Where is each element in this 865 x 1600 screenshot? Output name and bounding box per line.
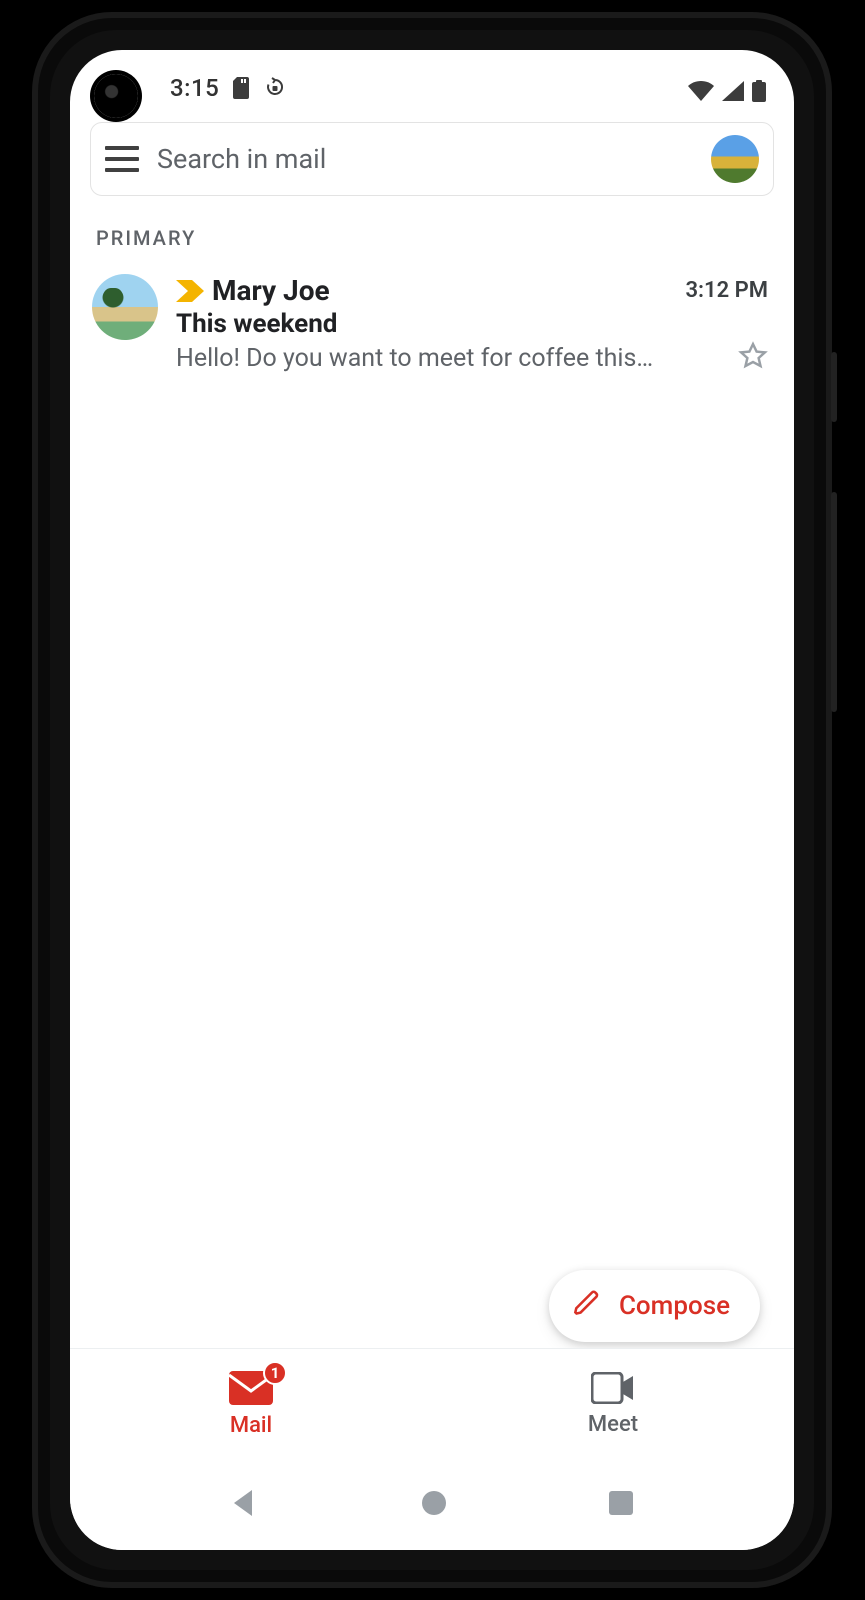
sender-name: Mary Joe [212,274,330,307]
nav-home-icon[interactable] [420,1489,448,1521]
tab-meet-label: Meet [588,1412,638,1437]
sd-card-icon [233,77,251,99]
bottom-tabs: 1 Mail Meet [70,1348,794,1460]
tab-meet[interactable]: Meet [432,1349,794,1460]
phone-frame: 3:15 [32,12,832,1588]
wifi-icon [688,81,714,101]
menu-icon[interactable] [105,146,139,172]
pencil-icon [573,1289,601,1324]
phone-side-button [831,492,837,712]
phone-camera [94,74,138,118]
star-icon[interactable] [738,341,768,375]
phone-side-button [831,352,837,422]
app-screen: 3:15 [70,50,794,1550]
search-input[interactable]: Search in mail [157,143,693,175]
important-chevron-icon[interactable] [176,280,204,302]
compose-button[interactable]: Compose [549,1270,760,1342]
email-row[interactable]: Mary Joe 3:12 PM This weekend Hello! Do … [70,256,794,375]
nav-back-icon[interactable] [230,1488,260,1522]
tab-mail-label: Mail [230,1413,272,1438]
android-nav-bar [70,1460,794,1550]
cellular-icon [722,81,744,101]
lock-rotation-icon [265,77,285,99]
search-bar[interactable]: Search in mail [90,122,774,196]
section-label-primary: PRIMARY [70,206,794,256]
mail-icon: 1 [229,1371,273,1409]
sender-avatar[interactable] [92,274,158,340]
battery-icon [752,80,766,102]
mail-badge: 1 [263,1361,287,1385]
nav-recent-icon[interactable] [608,1490,634,1520]
email-subject: This weekend [176,309,768,339]
email-snippet: Hello! Do you want to meet for coffee th… [176,344,726,373]
tab-mail[interactable]: 1 Mail [70,1349,432,1460]
video-icon [591,1372,635,1408]
account-avatar[interactable] [711,135,759,183]
compose-label: Compose [619,1291,730,1321]
status-time: 3:15 [170,74,219,102]
status-bar: 3:15 [70,50,794,108]
email-time: 3:12 PM [685,278,768,303]
